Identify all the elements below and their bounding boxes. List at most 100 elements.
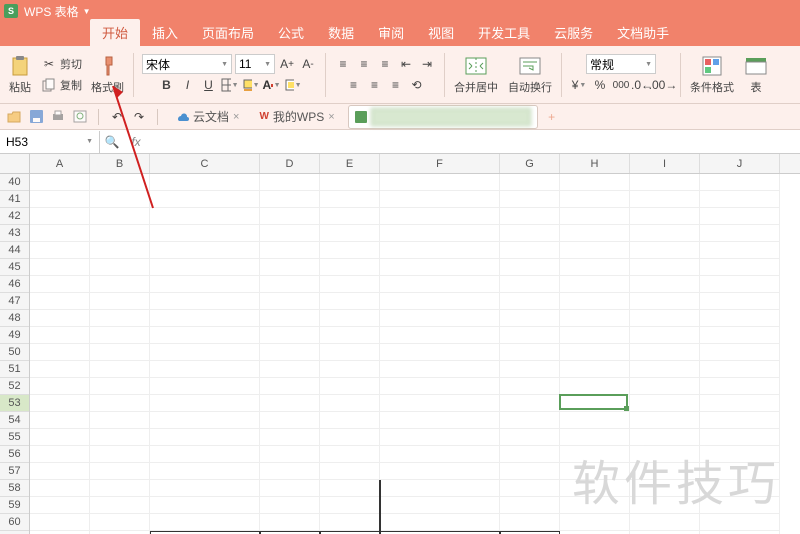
cell[interactable] bbox=[700, 174, 780, 191]
column-headers[interactable]: ABCDEFGHIJ bbox=[30, 154, 800, 174]
table-style-button[interactable]: 表 bbox=[740, 49, 772, 101]
cell-grid[interactable]: 上游重量上游金额下游重S180927563001-C3316884800S180… bbox=[30, 174, 800, 534]
redo-icon[interactable]: ↷ bbox=[131, 109, 147, 125]
cell[interactable] bbox=[320, 446, 380, 463]
font-size-select[interactable]: 11▼ bbox=[235, 54, 275, 74]
cell[interactable] bbox=[90, 242, 150, 259]
cell[interactable] bbox=[320, 174, 380, 191]
cell[interactable] bbox=[150, 480, 260, 497]
cell[interactable] bbox=[380, 327, 500, 344]
cell[interactable] bbox=[260, 497, 320, 514]
cell[interactable] bbox=[380, 361, 500, 378]
save-icon[interactable] bbox=[28, 109, 44, 125]
row-header[interactable]: 43 bbox=[0, 225, 29, 242]
close-icon[interactable]: × bbox=[233, 111, 239, 123]
currency-button[interactable]: ¥▼ bbox=[570, 76, 588, 94]
col-header[interactable]: H bbox=[560, 154, 630, 173]
cell[interactable] bbox=[260, 344, 320, 361]
cell[interactable] bbox=[630, 242, 700, 259]
cell[interactable] bbox=[500, 412, 560, 429]
cell[interactable] bbox=[260, 412, 320, 429]
cell[interactable] bbox=[150, 191, 260, 208]
cell[interactable] bbox=[30, 327, 90, 344]
cell[interactable] bbox=[90, 327, 150, 344]
cell[interactable] bbox=[150, 463, 260, 480]
undo-icon[interactable]: ↶ bbox=[109, 109, 125, 125]
cell[interactable] bbox=[500, 242, 560, 259]
row-header[interactable]: 53 bbox=[0, 395, 29, 412]
cell[interactable] bbox=[560, 514, 630, 531]
cell[interactable] bbox=[260, 446, 320, 463]
cell[interactable] bbox=[30, 480, 90, 497]
orientation-button[interactable]: ⟲ bbox=[408, 76, 426, 94]
cell[interactable] bbox=[320, 344, 380, 361]
tab-review[interactable]: 审阅 bbox=[366, 19, 416, 46]
cell[interactable] bbox=[90, 412, 150, 429]
cell[interactable] bbox=[500, 361, 560, 378]
tab-formula[interactable]: 公式 bbox=[266, 19, 316, 46]
cell[interactable] bbox=[630, 514, 700, 531]
cell[interactable] bbox=[700, 225, 780, 242]
cell[interactable] bbox=[700, 497, 780, 514]
cell[interactable] bbox=[150, 276, 260, 293]
cell[interactable] bbox=[500, 327, 560, 344]
cell[interactable] bbox=[500, 225, 560, 242]
cell[interactable] bbox=[260, 242, 320, 259]
cell[interactable] bbox=[30, 174, 90, 191]
cell[interactable] bbox=[150, 225, 260, 242]
cell[interactable] bbox=[260, 429, 320, 446]
cell[interactable] bbox=[560, 310, 630, 327]
cell[interactable] bbox=[320, 463, 380, 480]
align-bottom-button[interactable]: ≡ bbox=[376, 55, 394, 73]
cell[interactable] bbox=[380, 395, 500, 412]
cell[interactable] bbox=[630, 344, 700, 361]
cell[interactable] bbox=[90, 225, 150, 242]
bold-button[interactable]: B bbox=[158, 76, 176, 94]
indent-increase-button[interactable]: ⇥ bbox=[418, 55, 436, 73]
row-header[interactable]: 52 bbox=[0, 378, 29, 395]
format-painter-button[interactable]: 格式刷 bbox=[87, 49, 128, 101]
row-header[interactable]: 51 bbox=[0, 361, 29, 378]
cell[interactable] bbox=[380, 378, 500, 395]
tab-assist[interactable]: 文档助手 bbox=[605, 19, 681, 46]
cell[interactable] bbox=[700, 480, 780, 497]
cell[interactable] bbox=[90, 276, 150, 293]
cell[interactable] bbox=[630, 446, 700, 463]
cell[interactable] bbox=[150, 412, 260, 429]
cell[interactable] bbox=[380, 259, 500, 276]
align-middle-button[interactable]: ≡ bbox=[355, 55, 373, 73]
row-header[interactable]: 55 bbox=[0, 429, 29, 446]
cell[interactable] bbox=[30, 344, 90, 361]
increase-decimal-button[interactable]: .00→ bbox=[654, 76, 672, 94]
cut-button[interactable]: ✂ 剪切 bbox=[41, 54, 82, 74]
cell[interactable] bbox=[260, 276, 320, 293]
cell[interactable] bbox=[500, 293, 560, 310]
cell[interactable] bbox=[320, 225, 380, 242]
row-header[interactable]: 58 bbox=[0, 480, 29, 497]
cell[interactable] bbox=[500, 463, 560, 480]
cell[interactable] bbox=[500, 446, 560, 463]
cell[interactable] bbox=[380, 174, 500, 191]
cell[interactable] bbox=[560, 463, 630, 480]
increase-font-button[interactable]: A+ bbox=[278, 55, 296, 73]
cell[interactable] bbox=[90, 310, 150, 327]
cell[interactable] bbox=[90, 191, 150, 208]
col-header[interactable]: F bbox=[380, 154, 500, 173]
col-header[interactable]: J bbox=[700, 154, 780, 173]
tab-dev[interactable]: 开发工具 bbox=[466, 19, 542, 46]
cell[interactable] bbox=[30, 395, 90, 412]
cell[interactable] bbox=[150, 395, 260, 412]
cell[interactable] bbox=[30, 259, 90, 276]
cell[interactable] bbox=[630, 225, 700, 242]
percent-button[interactable]: % bbox=[591, 76, 609, 94]
cell[interactable] bbox=[630, 208, 700, 225]
cell[interactable] bbox=[630, 412, 700, 429]
cell[interactable] bbox=[320, 514, 380, 531]
row-header[interactable]: 40 bbox=[0, 174, 29, 191]
cell[interactable] bbox=[320, 259, 380, 276]
cell[interactable] bbox=[320, 497, 380, 514]
italic-button[interactable]: I bbox=[179, 76, 197, 94]
cell[interactable] bbox=[30, 446, 90, 463]
cell[interactable] bbox=[30, 378, 90, 395]
indent-decrease-button[interactable]: ⇤ bbox=[397, 55, 415, 73]
